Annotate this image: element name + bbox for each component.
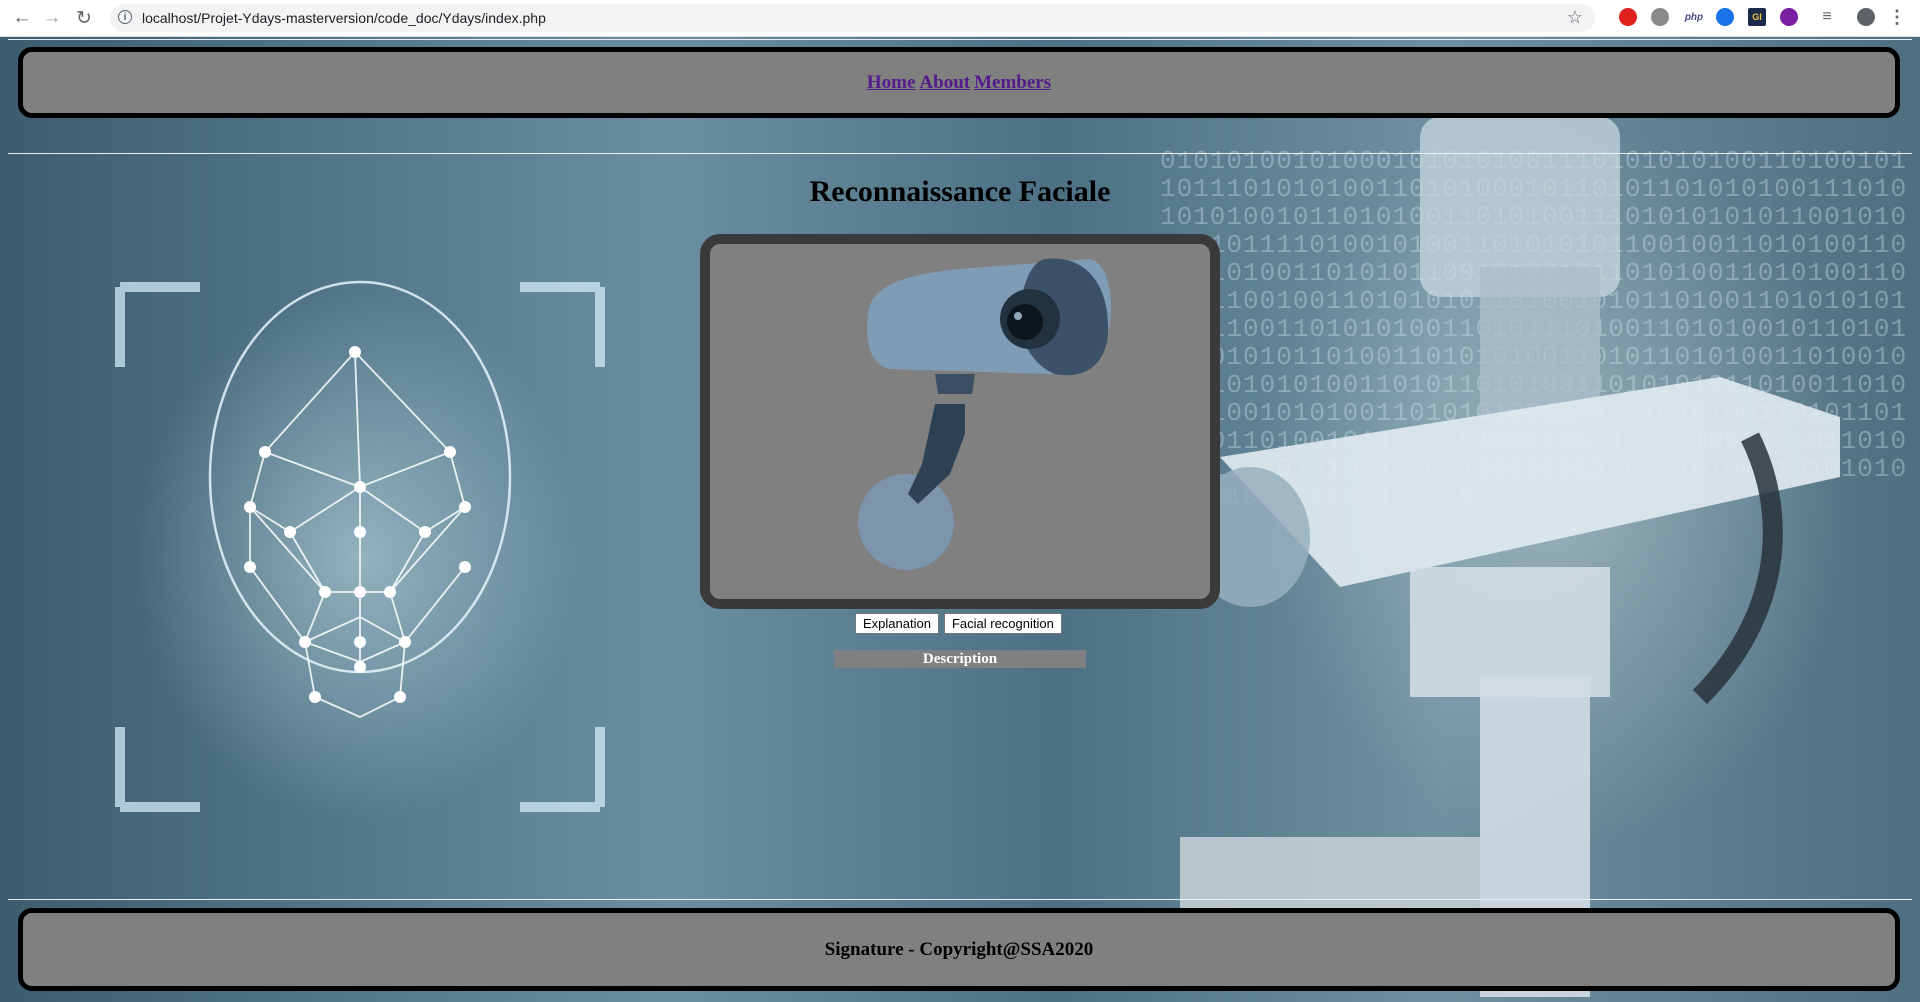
user-extension-icon[interactable]	[1780, 8, 1798, 26]
forward-icon[interactable]: →	[40, 6, 64, 30]
cctv-background-illustration	[1180, 117, 1840, 997]
globe-extension-icon[interactable]	[1651, 8, 1669, 26]
page-title: Reconnaissance Faciale	[809, 175, 1111, 208]
nav-link-home[interactable]: Home	[867, 72, 916, 93]
address-url[interactable]: localhost/Projet-Ydays-masterversion/cod…	[142, 10, 546, 26]
reading-list-icon[interactable]: ≡	[1818, 8, 1836, 26]
nav-link-members[interactable]: Members	[974, 72, 1051, 93]
browser-menu-icon[interactable]: ⋮	[1888, 7, 1906, 27]
gi-extension-icon[interactable]: GI	[1748, 8, 1766, 26]
header-top-rule	[8, 39, 1912, 40]
face-recognition-illustration	[115, 280, 605, 812]
profile-avatar-icon[interactable]	[1857, 8, 1875, 26]
bookmark-star-icon[interactable]: ☆	[1567, 7, 1583, 28]
action-buttons: Explanation Facial recognition	[855, 613, 1062, 634]
back-icon[interactable]: ←	[10, 6, 34, 30]
browser-toolbar: ← → ↻ i localhost/Projet-Ydays-masterver…	[0, 0, 1920, 37]
php-extension-icon[interactable]: php	[1681, 8, 1707, 26]
header-bottom-rule	[8, 153, 1912, 154]
footer-bar: Signature - Copyright@SSA2020	[18, 908, 1900, 991]
security-camera-image	[858, 258, 1111, 570]
nav-link-about[interactable]: About	[919, 72, 970, 93]
main-navigation: Home About Members	[867, 72, 1051, 94]
facial-recognition-button[interactable]: Facial recognition	[943, 613, 1062, 634]
check-extension-icon[interactable]	[1716, 8, 1734, 26]
reload-icon[interactable]: ↻	[72, 6, 96, 30]
header-bar: Home About Members	[18, 47, 1900, 118]
camera-image-frame	[700, 234, 1220, 609]
address-bar[interactable]: i localhost/Projet-Ydays-masterversion/c…	[110, 4, 1595, 32]
site-info-icon[interactable]: i	[118, 10, 132, 24]
footer-signature: Signature - Copyright@SSA2020	[824, 938, 1094, 960]
explanation-button[interactable]: Explanation	[855, 613, 939, 634]
footer-top-rule	[8, 899, 1912, 900]
description-label: Description	[834, 650, 1086, 668]
opera-extension-icon[interactable]	[1619, 8, 1637, 26]
